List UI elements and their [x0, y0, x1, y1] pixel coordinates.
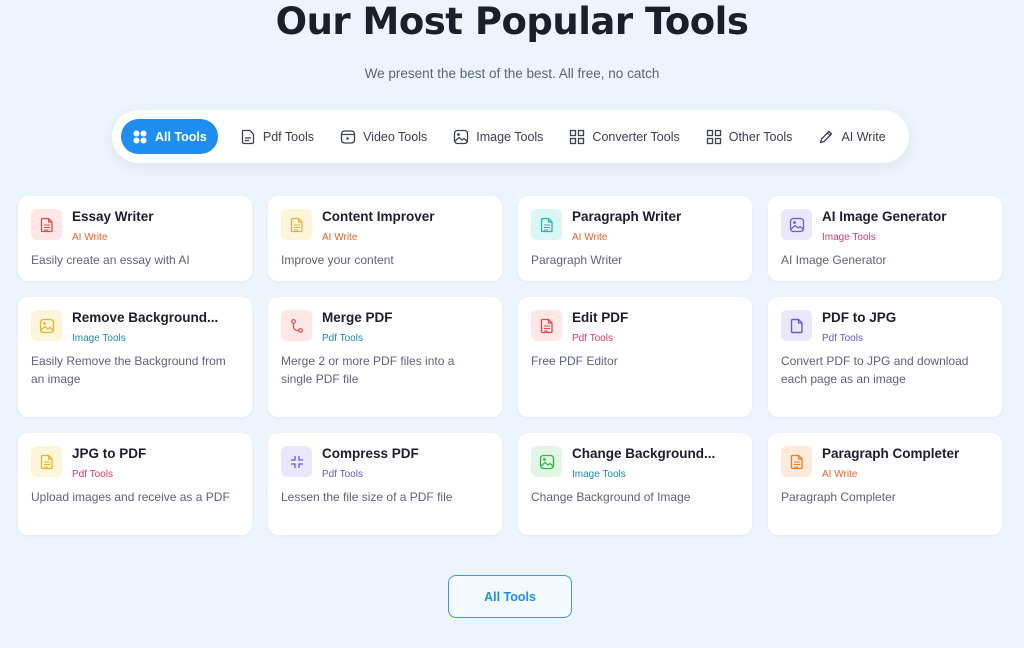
- tool-name: JPG to PDF: [72, 446, 147, 461]
- tool-card[interactable]: AI Image Generator Image Tools AI Image …: [768, 196, 1002, 281]
- tab-label: AI Write: [841, 129, 886, 144]
- tool-description: Free PDF Editor: [531, 354, 618, 368]
- all-tools-button[interactable]: All Tools: [448, 575, 572, 618]
- page-title: Our Most Popular Tools: [275, 0, 749, 43]
- document-icon: [40, 454, 53, 469]
- tool-category: Image Tools: [822, 232, 876, 243]
- tool-card[interactable]: Content Improver AI Write Improve your c…: [268, 196, 502, 281]
- tool-icon-box: [31, 446, 62, 477]
- document-icon: [290, 217, 303, 232]
- tool-category: Pdf Tools: [572, 333, 613, 344]
- tab-ai-write[interactable]: AI Write: [808, 119, 895, 154]
- tool-card[interactable]: Remove Background... Image Tools Easily …: [18, 297, 252, 417]
- image-icon: [39, 318, 54, 333]
- file-icon: [790, 318, 803, 333]
- tool-icon-box: [781, 310, 812, 341]
- tab-label: Converter Tools: [592, 129, 680, 144]
- tool-card[interactable]: Change Background... Image Tools Change …: [518, 433, 752, 535]
- tool-description: Change Background of Image: [531, 490, 691, 504]
- tool-card[interactable]: Compress PDF Pdf Tools Lessen the file s…: [268, 433, 502, 535]
- tool-icon-box: [31, 310, 62, 341]
- tab-all-tools[interactable]: All Tools: [121, 119, 218, 154]
- document-icon: [40, 217, 53, 232]
- tab-label: Video Tools: [363, 129, 428, 144]
- image-icon: [454, 129, 469, 144]
- document-icon: [540, 217, 553, 232]
- tool-icon-box: [781, 209, 812, 240]
- tool-icon-box: [531, 209, 562, 240]
- tool-icon-box: [531, 310, 562, 341]
- merge-icon: [290, 318, 303, 333]
- document-icon: [540, 318, 553, 333]
- tool-icon-box: [281, 310, 312, 341]
- tool-icon-box: [31, 209, 62, 240]
- tool-category: Image Tools: [72, 333, 126, 344]
- tool-category: Pdf Tools: [72, 469, 113, 480]
- tool-card[interactable]: Paragraph Completer AI Write Paragraph C…: [768, 433, 1002, 535]
- pencil-icon: [820, 130, 833, 143]
- tool-icon-box: [281, 446, 312, 477]
- tool-card[interactable]: Edit PDF Pdf Tools Free PDF Editor: [518, 297, 752, 417]
- grid-icon: [706, 129, 721, 144]
- tab-label: All Tools: [155, 129, 207, 144]
- tool-description: Upload images and receive as a PDF: [31, 490, 230, 504]
- tool-category: Pdf Tools: [822, 333, 863, 344]
- tool-name: Paragraph Writer: [572, 209, 682, 224]
- tab-label: Image Tools: [476, 129, 544, 144]
- tab-other-tools[interactable]: Other Tools: [696, 119, 803, 154]
- tool-description: Improve your content: [281, 253, 394, 267]
- tool-name: AI Image Generator: [822, 209, 947, 224]
- tool-description: Convert PDF to JPG and download each pag…: [781, 354, 969, 386]
- tool-category: Pdf Tools: [322, 333, 363, 344]
- tab-label: Pdf Tools: [262, 129, 315, 144]
- tool-category: Pdf Tools: [322, 469, 363, 480]
- tab-image-tools[interactable]: Image Tools: [443, 119, 553, 154]
- grid-dots-icon: [133, 130, 147, 143]
- tool-name: Change Background...: [572, 446, 716, 461]
- tool-name: Paragraph Completer: [822, 446, 960, 461]
- tool-name: Edit PDF: [572, 310, 629, 325]
- tool-name: Remove Background...: [72, 310, 219, 325]
- tool-category: AI Write: [322, 232, 358, 243]
- tool-icon-box: [531, 446, 562, 477]
- document-icon: [790, 454, 803, 469]
- tool-card[interactable]: JPG to PDF Pdf Tools Upload images and r…: [18, 433, 252, 535]
- tab-converter-tools[interactable]: Converter Tools: [559, 119, 689, 154]
- tool-name: Essay Writer: [72, 209, 154, 224]
- tool-category: AI Write: [822, 469, 858, 480]
- image-icon: [789, 217, 804, 232]
- tool-card[interactable]: Merge PDF Pdf Tools Merge 2 or more PDF …: [268, 297, 502, 417]
- tool-description: Merge 2 or more PDF files into a single …: [281, 354, 455, 386]
- tool-name: Merge PDF: [322, 310, 393, 325]
- tool-icon-box: [281, 209, 312, 240]
- tool-category: AI Write: [572, 232, 608, 243]
- tool-description: Lessen the file size of a PDF file: [281, 490, 453, 504]
- tool-name: Compress PDF: [322, 446, 419, 461]
- tool-description: Paragraph Writer: [531, 253, 623, 267]
- pdf-file-icon: [241, 129, 255, 144]
- tool-name: Content Improver: [322, 209, 435, 224]
- tool-card[interactable]: Paragraph Writer AI Write Paragraph Writ…: [518, 196, 752, 281]
- grid-icon: [570, 129, 585, 144]
- image-icon: [539, 454, 554, 469]
- tool-description: Easily Remove the Background from an ima…: [31, 354, 226, 386]
- tool-category: Image Tools: [572, 469, 626, 480]
- tool-description: AI Image Generator: [781, 253, 887, 267]
- tab-pdf-tools[interactable]: Pdf Tools: [230, 119, 324, 154]
- tool-description: Easily create an essay with AI: [31, 253, 190, 267]
- tool-card[interactable]: PDF to JPG Pdf Tools Convert PDF to JPG …: [768, 297, 1002, 417]
- tool-tabs: All Tools Pdf Tools Video Tools Image To…: [112, 110, 909, 163]
- tool-category: AI Write: [72, 232, 108, 243]
- tool-card[interactable]: Essay Writer AI Write Easily create an e…: [18, 196, 252, 281]
- video-icon: [340, 129, 356, 144]
- compress-icon: [290, 455, 303, 468]
- tool-description: Paragraph Completer: [781, 490, 896, 504]
- tab-label: Other Tools: [728, 129, 793, 144]
- tab-video-tools[interactable]: Video Tools: [330, 119, 437, 154]
- page-subtitle: We present the best of the best. All fre…: [364, 66, 660, 81]
- tool-icon-box: [781, 446, 812, 477]
- tool-name: PDF to JPG: [822, 310, 897, 325]
